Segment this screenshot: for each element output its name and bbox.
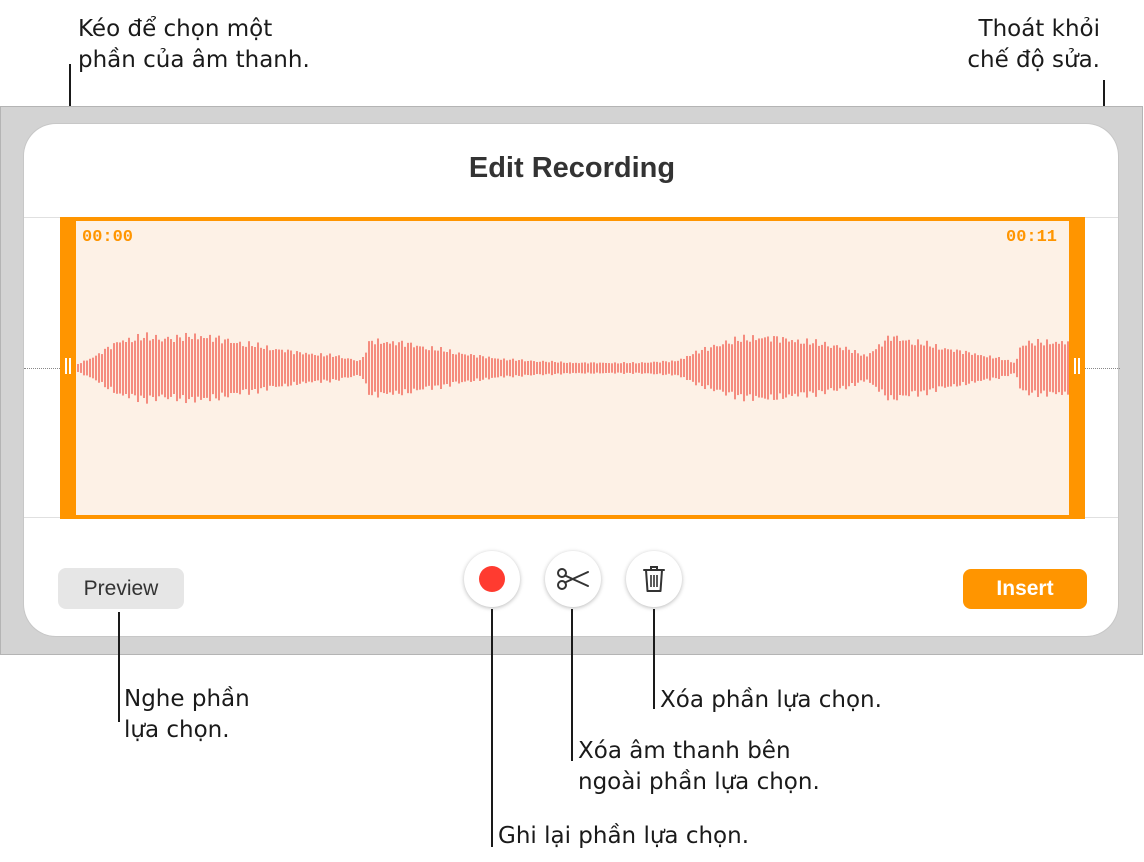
record-button[interactable]: [464, 551, 520, 607]
dialog-title: Edit Recording: [468, 152, 676, 184]
record-callout-text: Ghi lại phần lựa chọn.: [498, 823, 750, 849]
waveform: [77, 332, 1069, 404]
trim-callout-line2: ngoài phần lựa chọn.: [578, 769, 820, 795]
scissors-icon: [557, 568, 589, 590]
selection-end-handle[interactable]: [1069, 217, 1085, 519]
record-dot-icon: [479, 566, 505, 592]
preview-callout-line1: Nghe phần: [124, 686, 250, 712]
preview-button[interactable]: Preview: [58, 568, 184, 609]
select-callout-line2: phần của âm thanh.: [78, 47, 310, 73]
trim-callout-line: [571, 609, 573, 761]
preview-callout: Nghe phần lựa chọn.: [124, 684, 250, 746]
record-callout: Ghi lại phần lựa chọn.: [498, 821, 749, 852]
exit-callout: Thoát khỏi chế độ sửa.: [967, 14, 1100, 76]
trim-callout-line1: Xóa âm thanh bên: [578, 738, 791, 764]
delete-callout-line: [653, 609, 655, 709]
delete-callout: Xóa phần lựa chọn.: [660, 685, 882, 716]
end-handle-grip: [1074, 358, 1076, 374]
timeline-left: [24, 368, 62, 369]
timeline-right: [1084, 368, 1120, 369]
preview-callout-line2: lựa chọn.: [124, 717, 230, 743]
insert-button[interactable]: Insert: [963, 569, 1087, 609]
exit-callout-line1: Thoát khỏi: [978, 16, 1100, 42]
record-callout-line: [491, 609, 493, 847]
delete-callout-text: Xóa phần lựa chọn.: [660, 687, 882, 713]
trim-button[interactable]: [545, 551, 601, 607]
start-handle-grip: [65, 358, 67, 374]
end-handle-grip: [1078, 358, 1080, 374]
select-callout-line1: Kéo để chọn một: [78, 16, 273, 42]
trim-callout: Xóa âm thanh bên ngoài phần lựa chọn.: [578, 736, 820, 798]
preview-callout-line: [118, 612, 120, 722]
selection-start-handle[interactable]: [60, 217, 76, 519]
exit-callout-line2: chế độ sửa.: [967, 47, 1100, 73]
select-callout: Kéo để chọn một phần của âm thanh.: [78, 14, 310, 76]
start-handle-grip: [69, 358, 71, 374]
trash-icon: [643, 566, 665, 592]
delete-button[interactable]: [626, 551, 682, 607]
